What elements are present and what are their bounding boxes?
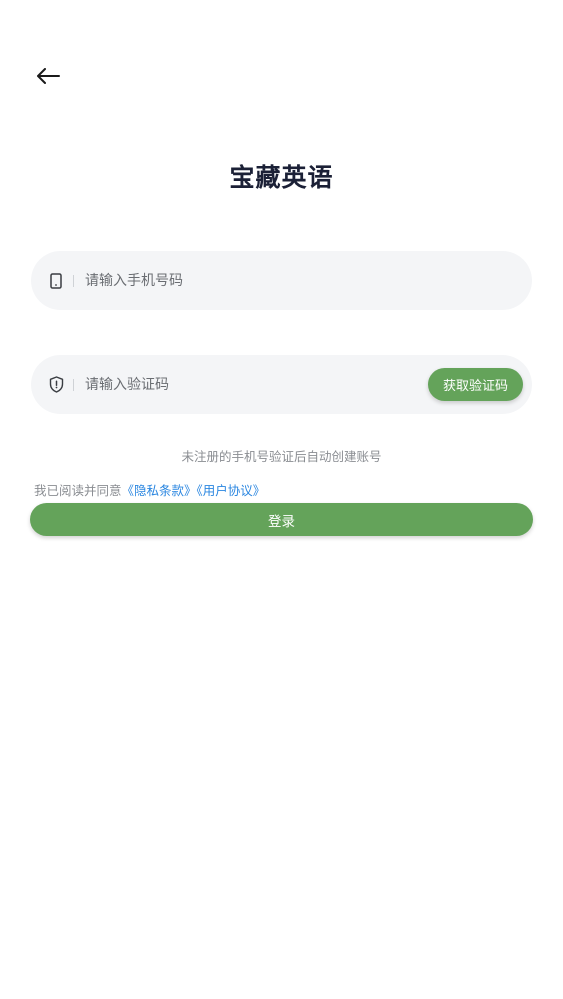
register-hint: 未注册的手机号验证后自动创建账号 [181, 449, 382, 464]
get-code-button[interactable]: 获取验证码 [428, 368, 523, 401]
privacy-link[interactable]: 《隐私条款》 [122, 483, 197, 498]
field-separator [73, 274, 74, 287]
back-button[interactable] [32, 62, 64, 90]
phone-input[interactable] [85, 268, 532, 293]
field-separator [73, 378, 74, 391]
user-agreement-link[interactable]: 《用户协议》 [197, 483, 266, 498]
login-button[interactable]: 登录 [30, 503, 533, 536]
agreement-line: 我已阅读并同意《隐私条款》《用户协议》 [34, 480, 265, 499]
shield-icon [48, 376, 64, 394]
code-field[interactable]: 获取验证码 [31, 355, 532, 414]
app-title: 宝藏英语 [229, 163, 334, 192]
arrow-left-icon [37, 68, 60, 84]
phone-field[interactable] [31, 251, 532, 310]
phone-icon [48, 272, 64, 290]
agreement-prefix: 我已阅读并同意 [34, 483, 122, 498]
login-page: 宝藏英语 获取验证码 未注册的手机号验证后自动创建账号 我已阅读并同意《隐私条款… [0, 0, 563, 999]
